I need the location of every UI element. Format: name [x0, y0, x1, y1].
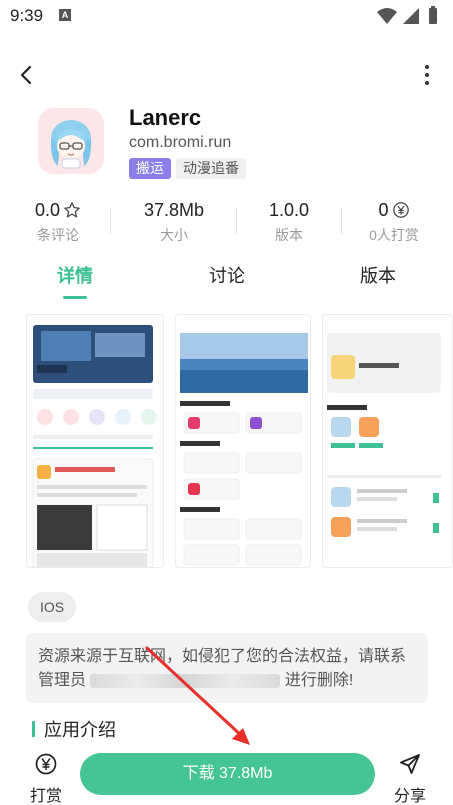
section-accent-bar: [32, 721, 35, 737]
size-value: 37.8Mb: [143, 200, 205, 220]
rating-value: 0.0: [34, 200, 61, 220]
notice-line-1: 资源来源于互联网，如侵犯了您的合法权益，请联系: [38, 648, 407, 665]
app-name: Lanerc: [129, 105, 202, 130]
star-outline-icon: [64, 202, 80, 218]
section-app-intro: 应用介绍: [32, 717, 116, 741]
tag-repost[interactable]: 搬运: [129, 158, 171, 179]
active-tab-indicator: [63, 296, 87, 299]
notice-line-2: 管理员 进行删除!: [38, 669, 416, 693]
notice-delete: 进行删除!: [284, 672, 354, 689]
notice-admin: 管理员: [38, 672, 87, 689]
screenshot-carousel[interactable]: [26, 314, 453, 568]
app-package: com.bromi.run: [129, 134, 232, 151]
status-bar: 9:39 A: [0, 0, 453, 32]
screenshot-2[interactable]: [175, 314, 311, 568]
stat-version: 1.0.0 版本: [239, 198, 339, 245]
back-icon[interactable]: [14, 62, 40, 88]
wifi-icon: [377, 8, 397, 24]
stat-divider: [341, 208, 342, 234]
share-label: 分享: [393, 788, 426, 805]
status-icons: [377, 6, 437, 24]
send-icon: [400, 754, 420, 774]
version-value: 1.0.0: [268, 200, 310, 220]
screenshot-1[interactable]: [26, 314, 164, 568]
tips-value: 0: [378, 200, 389, 220]
stats-row: 0.0 条评论 37.8Mb 大小 1.0.0 版本 0 0人打赏: [0, 198, 453, 246]
stat-divider: [236, 208, 237, 234]
signal-icon: [403, 8, 419, 24]
more-icon[interactable]: [415, 62, 439, 88]
version-label: 版本: [275, 227, 303, 243]
stat-size: 37.8Mb 大小: [124, 198, 224, 245]
stat-tips[interactable]: 0 0人打赏: [344, 198, 444, 245]
tab-details[interactable]: 详情: [35, 262, 115, 288]
tip-button[interactable]: 打赏: [26, 748, 66, 805]
anime-character-icon: [38, 108, 104, 174]
section-title: 应用介绍: [44, 720, 116, 740]
blurred-contact: [90, 673, 281, 688]
tip-label: 打赏: [29, 788, 62, 805]
download-button[interactable]: 下载 37.8Mb: [80, 753, 375, 795]
app-icon: [38, 108, 104, 174]
copyright-notice: 资源来源于互联网，如侵犯了您的合法权益，请联系 管理员 进行删除!: [26, 633, 428, 703]
top-bar: [0, 52, 453, 96]
yuan-coin-icon: [392, 202, 409, 218]
rating-label: 条评论: [37, 227, 79, 243]
stat-divider: [110, 208, 111, 234]
status-time: 9:39: [10, 6, 44, 25]
tab-bar: 详情 讨论 版本: [0, 262, 453, 302]
size-label: 大小: [160, 227, 188, 243]
tab-versions[interactable]: 版本: [338, 262, 418, 288]
yuan-coin-icon: [35, 753, 57, 775]
tips-label: 0人打赏: [369, 227, 419, 243]
tab-discussion[interactable]: 讨论: [187, 262, 267, 288]
screenshot-3[interactable]: [322, 314, 453, 568]
platform-chip[interactable]: IOS: [28, 592, 76, 622]
battery-icon: [429, 8, 437, 24]
share-button[interactable]: 分享: [390, 748, 430, 805]
tag-genre[interactable]: 动漫追番: [176, 158, 246, 179]
bottom-action-bar: 打赏 下载 37.8Mb 分享: [0, 745, 453, 805]
stat-rating[interactable]: 0.0 条评论: [8, 198, 108, 245]
notification-icon: A: [59, 9, 71, 21]
